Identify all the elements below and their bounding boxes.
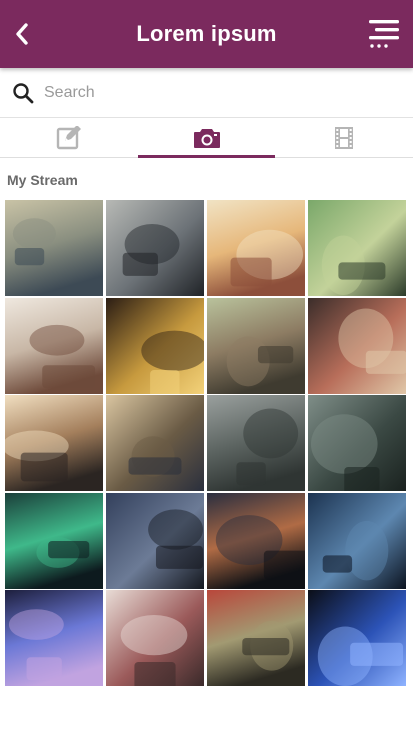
- tab-bar: [0, 118, 413, 158]
- photo-thumbnail-aurora-lake[interactable]: [5, 492, 103, 589]
- tab-film[interactable]: [275, 118, 413, 157]
- app-screen: Lorem ipsum Search My Stream: [0, 0, 413, 744]
- back-button[interactable]: [6, 18, 38, 50]
- search-bar: [0, 68, 413, 118]
- search-input[interactable]: [44, 72, 384, 113]
- page-title: Lorem ipsum: [136, 21, 277, 46]
- photo-thumbnail-vintage-camera-hands[interactable]: [106, 200, 204, 296]
- film-icon: [335, 126, 354, 149]
- photo-thumbnail-lonely-barn-dusk[interactable]: [106, 492, 204, 589]
- camera-icon: [193, 128, 220, 148]
- photo-thumbnail-starry-shipwreck[interactable]: [308, 492, 406, 589]
- photo-thumbnail-girl-with-camera[interactable]: [207, 200, 305, 296]
- menu-lines-icon: [369, 20, 399, 48]
- photo-thumbnail-camera-with-lights[interactable]: [106, 297, 204, 394]
- photo-thumbnail-forest-road-mist[interactable]: [308, 395, 406, 491]
- photo-thumbnail-green-camera[interactable]: [308, 200, 406, 296]
- photo-thumbnail-light-fibers[interactable]: [5, 590, 103, 686]
- photo-thumbnail-big-ben-photo[interactable]: [207, 297, 305, 394]
- search-icon[interactable]: [10, 80, 36, 106]
- photo-thumbnail-watch-notebook[interactable]: [5, 297, 103, 394]
- tab-camera[interactable]: [137, 118, 276, 158]
- chevron-left-icon: [16, 23, 28, 45]
- photo-grid: [5, 200, 408, 686]
- section-title: My Stream: [7, 172, 78, 188]
- photo-thumbnail-lens-closeup-red[interactable]: [207, 590, 305, 686]
- photo-thumbnail-slr-camera-zenit[interactable]: [308, 297, 406, 394]
- photo-thumbnail-fountain-dancers[interactable]: [5, 200, 103, 296]
- menu-button[interactable]: [367, 15, 401, 51]
- edit-icon: [56, 125, 81, 149]
- tab-edit[interactable]: [0, 118, 138, 157]
- photo-thumbnail-mountain-cliff-sunset[interactable]: [106, 395, 204, 491]
- photo-thumbnail-foggy-road-gray[interactable]: [207, 395, 305, 491]
- photo-thumbnail-lubitel-blue-camera[interactable]: [308, 590, 406, 686]
- tab-active-indicator: [137, 155, 276, 158]
- app-header: Lorem ipsum: [0, 0, 413, 68]
- photo-thumbnail-camera-window-light[interactable]: [5, 395, 103, 491]
- photo-thumbnail-film-strip-flowers[interactable]: [106, 590, 204, 686]
- photo-thumbnail-road-sunset-dark[interactable]: [207, 492, 305, 589]
